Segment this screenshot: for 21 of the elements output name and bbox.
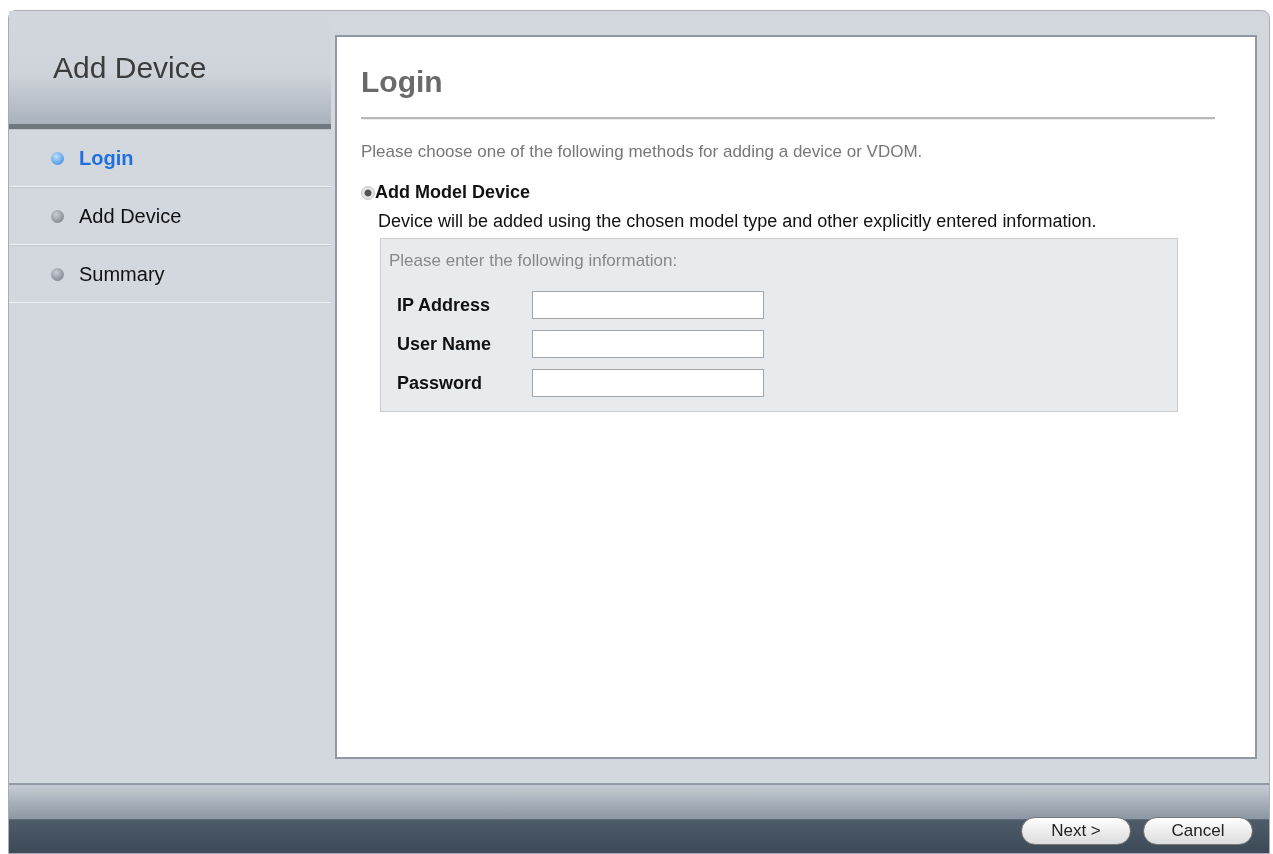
option-label: Add Model Device xyxy=(375,182,531,203)
radio-option[interactable]: Add Model Device xyxy=(361,182,1215,203)
field-label: IP Address xyxy=(397,294,492,316)
step-item[interactable]: Add Device xyxy=(9,187,331,245)
option-description: Device will be added using the chosen model type and other explicitly entered information. xyxy=(378,211,1098,232)
form-prompt: Please enter the following information: xyxy=(389,251,679,271)
step-bullet-icon xyxy=(51,151,64,165)
field-label: User Name xyxy=(397,333,493,355)
radio-button[interactable] xyxy=(361,185,375,200)
cancel-button[interactable]: Cancel xyxy=(1143,817,1253,845)
step-bullet-icon xyxy=(51,267,64,281)
next-button[interactable]: Next > xyxy=(1021,817,1131,845)
input-field[interactable] xyxy=(532,330,764,358)
field-label: Password xyxy=(397,372,484,394)
input-field[interactable] xyxy=(532,291,764,319)
step-bullet-icon xyxy=(51,209,64,223)
input-field[interactable] xyxy=(532,369,764,397)
step-item[interactable]: Summary xyxy=(9,245,331,303)
page-heading: Login xyxy=(361,65,444,99)
instruction-text: Please choose one of the following methods for adding a device or VDOM. xyxy=(361,142,924,162)
wizard-title: Add Device xyxy=(53,51,207,84)
